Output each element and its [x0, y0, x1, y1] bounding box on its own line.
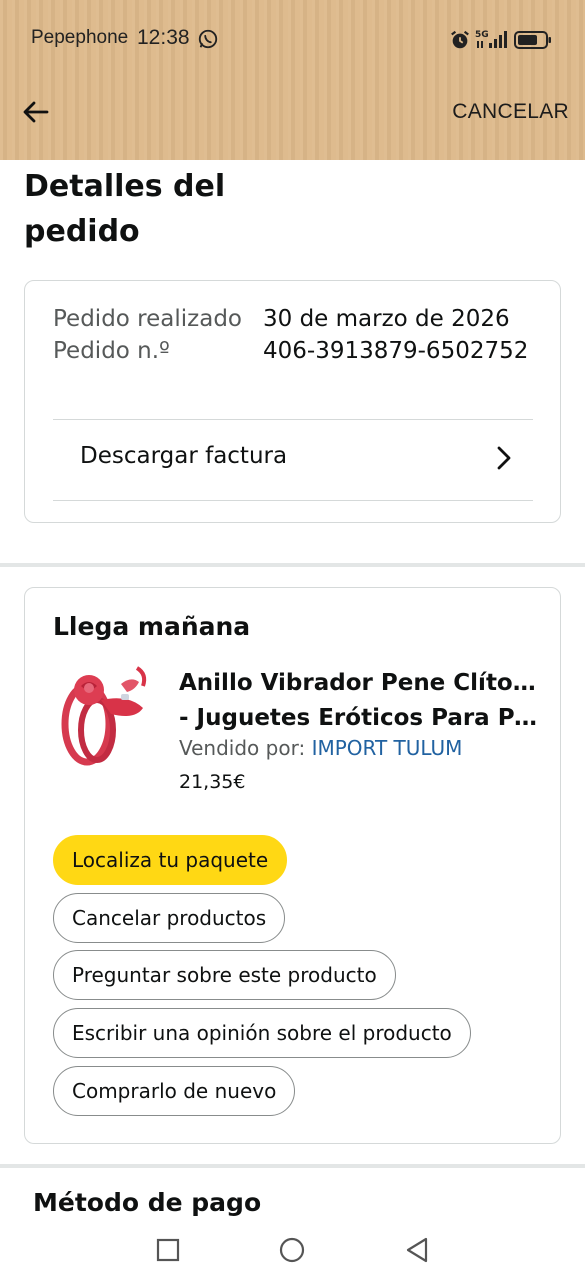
order-number-value: 406-3913879-6502752 [263, 338, 529, 364]
chevron-right-icon [497, 446, 511, 470]
seller-line: Vendido por: IMPORT TULUM [179, 736, 462, 760]
home-icon[interactable] [278, 1236, 306, 1264]
download-invoice-label: Descargar factura [80, 443, 288, 469]
svg-text:5G: 5G [475, 30, 489, 40]
product-title-link[interactable]: Anillo Vibrador Pene Clítoris - Juguetes… [179, 666, 539, 736]
whatsapp-icon [198, 29, 218, 49]
status-bar: Pepephone 12:38 5G [0, 0, 585, 78]
order-placed-label: Pedido realizado [53, 306, 242, 332]
top-header: Pepephone 12:38 5G CANCELAR [0, 0, 585, 160]
carrier-name: Pepephone [31, 27, 129, 48]
product-title-line2: - Juguetes Eróticos Para Pa... [179, 705, 539, 731]
order-labels: Pedido realizado Pedido n.º [53, 303, 243, 367]
write-review-button[interactable]: Escribir una opinión sobre el producto [53, 1008, 471, 1058]
seller-prefix: Vendido por: [179, 736, 312, 760]
product-image[interactable] [51, 664, 155, 774]
signal-5g-icon: 5G [475, 30, 507, 48]
system-navigation-bar [0, 1218, 585, 1280]
app-bar: CANCELAR [0, 78, 585, 160]
order-placed-date: 30 de marzo de 2026 [263, 306, 510, 332]
download-invoice-row[interactable]: Descargar factura [53, 421, 533, 501]
cancel-button[interactable]: CANCELAR [452, 100, 569, 124]
battery-icon [514, 31, 551, 49]
product-title-line1: Anillo Vibrador Pene Clítoris [179, 670, 539, 696]
ask-product-question-button[interactable]: Preguntar sobre este producto [53, 950, 396, 1000]
delivery-status: Llega mañana [53, 612, 251, 641]
divider [53, 419, 533, 420]
seller-link[interactable]: IMPORT TULUM [312, 736, 463, 760]
order-info-card: Pedido realizado Pedido n.º 30 de marzo … [24, 280, 561, 523]
payment-method-heading: Método de pago [33, 1188, 262, 1217]
buy-again-button[interactable]: Comprarlo de nuevo [53, 1066, 296, 1116]
product-price: 21,35€ [179, 771, 246, 793]
cancel-items-button[interactable]: Cancelar productos [53, 893, 286, 943]
page-title: Detalles del pedido [24, 169, 226, 249]
recent-apps-icon[interactable] [155, 1237, 181, 1263]
arrow-left-icon[interactable] [20, 96, 52, 128]
section-divider [0, 563, 585, 567]
order-number-label: Pedido n.º [53, 338, 170, 364]
alarm-icon [451, 30, 469, 49]
delivery-card: Llega mañana Anillo Vibrador Pene Clítor… [24, 587, 561, 1144]
divider [53, 500, 533, 501]
order-values: 30 de marzo de 2026 406-3913879-6502752 [263, 303, 538, 367]
status-time: 12:38 [137, 26, 190, 49]
track-package-button[interactable]: Localiza tu paquete [53, 835, 288, 885]
back-triangle-icon[interactable] [403, 1235, 431, 1265]
section-divider [0, 1164, 585, 1168]
